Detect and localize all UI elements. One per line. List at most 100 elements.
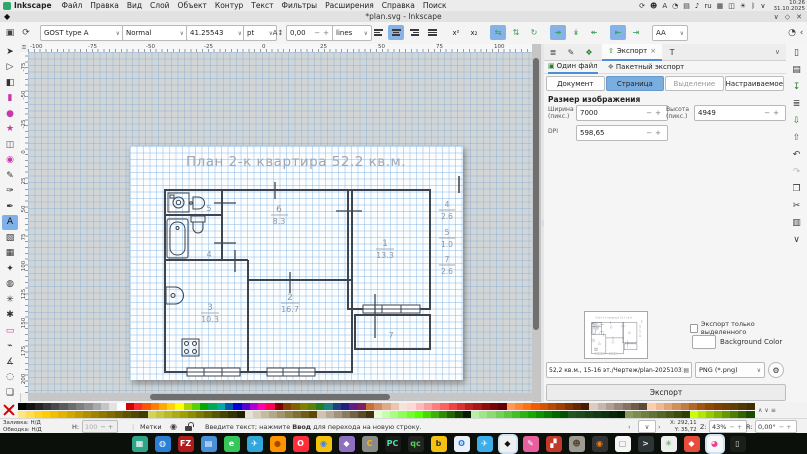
palette-swatch[interactable] <box>471 411 479 418</box>
browse-folder-icon[interactable]: ▤ <box>683 367 689 374</box>
palette-swatch[interactable] <box>705 403 713 410</box>
file-manager-icon[interactable]: ▤ <box>201 436 217 452</box>
palette-swatch[interactable] <box>126 403 134 410</box>
ellipse-tool[interactable]: ● <box>2 106 18 122</box>
palette-swatch[interactable] <box>631 403 639 410</box>
palette-swatch[interactable] <box>117 403 125 410</box>
palette-swatch[interactable] <box>237 411 245 418</box>
palette-swatch[interactable] <box>568 411 576 418</box>
palette-swatch[interactable] <box>512 411 520 418</box>
canvas[interactable]: План 2-к квартира 52.2 кв.м. <box>28 52 532 393</box>
palette-swatch[interactable] <box>253 411 261 418</box>
palette-swatch[interactable] <box>75 411 83 418</box>
palette-swatch[interactable] <box>556 403 564 410</box>
horizontal-kerning-button[interactable]: ⇆ <box>490 25 506 40</box>
palette-swatch[interactable] <box>565 403 573 410</box>
connector-tool[interactable]: ⌁ <box>2 339 18 355</box>
palette-swatch[interactable] <box>415 411 423 418</box>
palette-swatch[interactable] <box>581 403 589 410</box>
align-left-button[interactable] <box>370 25 386 40</box>
minus-plus-icons[interactable]: −+ <box>764 109 782 117</box>
purple-app-icon[interactable]: ◆ <box>339 436 355 452</box>
network-icon[interactable]: ◔ <box>672 2 678 10</box>
trash-icon[interactable]: ▯ <box>730 436 746 452</box>
refresh-icon[interactable]: ⟳ <box>18 25 34 40</box>
dpi-input[interactable]: 598,65−+ <box>576 125 668 141</box>
background-color-swatch[interactable] <box>692 335 716 349</box>
align-center-button[interactable] <box>388 25 404 40</box>
history-dropdown[interactable]: ∨ <box>638 420 656 433</box>
keyboard-layout[interactable]: ru <box>704 2 711 10</box>
palette-swatch[interactable] <box>308 403 316 410</box>
tweak-tool[interactable]: ✳ <box>2 292 18 308</box>
palette-swatch[interactable] <box>159 403 167 410</box>
palette-swatch[interactable] <box>390 411 398 418</box>
palette-swatch[interactable] <box>490 403 498 410</box>
palette-swatch[interactable] <box>358 411 366 418</box>
palette-swatch[interactable] <box>151 403 159 410</box>
palette-swatch[interactable] <box>142 403 150 410</box>
palette-swatch[interactable] <box>316 403 324 410</box>
palette-swatch[interactable] <box>682 411 690 418</box>
brightness-icon[interactable]: ☀ <box>740 2 746 10</box>
qc-app-icon[interactable]: qc <box>408 436 424 452</box>
area-document-button[interactable]: Документ <box>546 76 605 91</box>
tab-export[interactable]: ⇧ Экспорт × <box>602 44 662 61</box>
font-style-select[interactable]: Normal∨ <box>122 25 188 41</box>
palette-scroll-down-icon[interactable]: ∨ <box>764 407 768 414</box>
palette-swatch[interactable] <box>382 411 390 418</box>
palette-swatch[interactable] <box>326 411 334 418</box>
menu-item-Расширения[interactable]: Расширения <box>321 1 378 10</box>
palette-swatch[interactable] <box>738 411 746 418</box>
palette-swatch[interactable] <box>212 411 220 418</box>
palette-swatch[interactable] <box>382 403 390 410</box>
palette-swatch[interactable] <box>167 403 175 410</box>
palette-swatch[interactable] <box>258 403 266 410</box>
import-icon[interactable]: ⇩ <box>788 113 805 129</box>
palette-swatch[interactable] <box>156 411 164 418</box>
ruler-lock-icon[interactable]: ⚿ <box>20 44 28 52</box>
palette-swatch[interactable] <box>523 403 531 410</box>
palette-swatch[interactable] <box>573 403 581 410</box>
export-icon[interactable]: ⇧ <box>788 130 805 146</box>
layer-unlock-icon[interactable] <box>185 426 192 431</box>
palette-swatch[interactable] <box>552 411 560 418</box>
menu-item-Фильтры[interactable]: Фильтры <box>278 1 322 10</box>
palette-swatch[interactable] <box>730 411 738 418</box>
palette-swatch[interactable] <box>504 411 512 418</box>
monitor-icon[interactable]: ◫ <box>728 2 735 10</box>
palette-scroll-up-icon[interactable]: ∧ <box>758 407 762 414</box>
checkbox-icon[interactable] <box>690 324 698 333</box>
paste-icon[interactable]: ▥ <box>788 215 805 231</box>
palette-swatch[interactable] <box>334 411 342 418</box>
palette-swatch[interactable] <box>358 403 366 410</box>
cut-icon[interactable]: ✂ <box>788 198 805 214</box>
align-justify-button[interactable] <box>424 25 440 40</box>
palette-swatch[interactable] <box>228 411 236 418</box>
palette-swatch[interactable] <box>463 411 471 418</box>
updates-icon[interactable]: ⟳ <box>639 2 645 10</box>
area-custom-button[interactable]: Настраиваемое <box>725 76 784 91</box>
palette-swatch[interactable] <box>67 411 75 418</box>
horizontal-scrollbar-thumb[interactable] <box>150 394 390 400</box>
prev-arrow-icon[interactable]: ‹ <box>628 423 631 431</box>
palette-swatch[interactable] <box>706 411 714 418</box>
palette-swatch[interactable] <box>309 411 317 418</box>
palette-swatch[interactable] <box>449 403 457 410</box>
palette-swatch[interactable] <box>697 403 705 410</box>
palette-swatch[interactable] <box>349 403 357 410</box>
palette-swatch[interactable] <box>496 411 504 418</box>
palette-swatch[interactable] <box>424 403 432 410</box>
palette-swatch[interactable] <box>714 411 722 418</box>
palette-swatch[interactable] <box>589 403 597 410</box>
area-page-button[interactable]: Страница <box>606 76 665 91</box>
palette-swatch[interactable] <box>192 403 200 410</box>
palette-swatch[interactable] <box>614 403 622 410</box>
palette-swatch[interactable] <box>217 403 225 410</box>
palette-swatch[interactable] <box>689 403 697 410</box>
palette-swatch[interactable] <box>366 411 374 418</box>
shape-builder-tool[interactable]: ◧ <box>2 75 18 91</box>
palette-swatch[interactable] <box>300 403 308 410</box>
eraser-tool[interactable]: ▭ <box>2 323 18 339</box>
writing-vertical-lr-button[interactable]: ↞ <box>586 25 602 40</box>
